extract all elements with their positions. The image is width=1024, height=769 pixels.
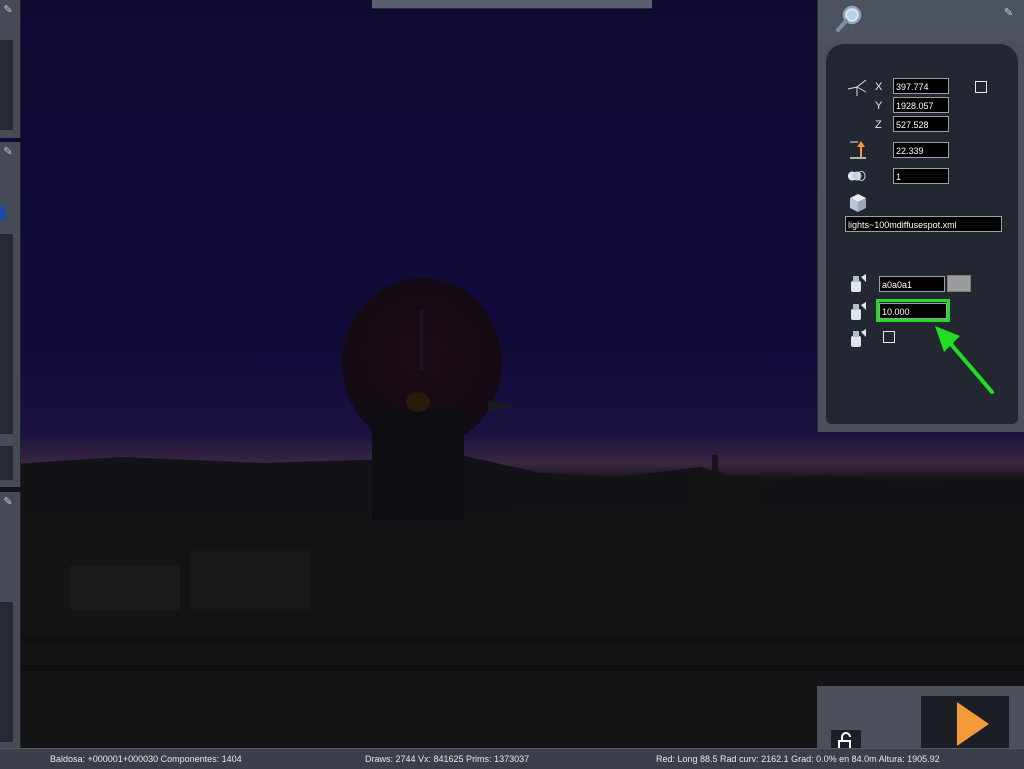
left-panel-1[interactable]: ✎ xyxy=(0,0,21,138)
y-label: Y xyxy=(875,100,883,112)
spotlight-icon xyxy=(851,329,866,347)
top-toolbar-handle[interactable] xyxy=(372,0,652,9)
playback-panel xyxy=(817,686,1024,752)
tower-mast xyxy=(420,310,423,370)
magnifier-icon[interactable] xyxy=(834,4,864,34)
status-bar: Baldosa: +000001+000030 Componentes: 140… xyxy=(0,748,1024,769)
play-icon xyxy=(957,702,989,746)
spotlight-icon xyxy=(851,302,866,320)
annotation-arrow xyxy=(935,326,994,394)
pin-icon[interactable]: ✎ xyxy=(1004,6,1013,19)
left-panel-3[interactable]: ✎ xyxy=(0,492,21,748)
left-panel-1-content xyxy=(0,40,13,130)
pin-icon[interactable]: ✎ xyxy=(2,146,14,158)
x-field[interactable]: 397.774 xyxy=(893,78,949,94)
object-file-field[interactable]: lights~100mdiffusespot.xml xyxy=(845,216,1002,232)
pin-icon[interactable]: ✎ xyxy=(2,4,14,16)
z-field[interactable]: 527.528 xyxy=(893,116,949,132)
status-draws: Draws: 2744 Vx: 841625 Prims: 1373037 xyxy=(365,754,530,764)
left-panel-3-content xyxy=(0,602,13,742)
tower-light xyxy=(406,392,430,412)
left-panel-2-content xyxy=(0,234,13,434)
tower-base xyxy=(372,410,464,520)
y-field[interactable]: 1928.057 xyxy=(893,97,949,113)
light-color-field[interactable]: a0a0a1 xyxy=(879,276,945,292)
cube-icon xyxy=(850,194,866,212)
play-button[interactable] xyxy=(921,696,1009,748)
count-field[interactable]: 1 xyxy=(893,168,949,184)
highlight-box xyxy=(876,299,950,322)
spotlight-icon xyxy=(851,274,866,292)
light-option-checkbox[interactable] xyxy=(883,331,895,343)
left-panel-2-tab[interactable] xyxy=(0,206,6,220)
left-panel-2[interactable]: ✎ xyxy=(0,142,21,487)
tower-flag xyxy=(488,400,514,412)
count-icon xyxy=(847,171,866,181)
light-color-swatch[interactable] xyxy=(947,275,971,292)
height-field[interactable]: 22.339 xyxy=(893,142,949,158)
left-panel-2-footer xyxy=(0,446,13,480)
z-label: Z xyxy=(875,119,882,131)
axes-icon xyxy=(847,79,867,96)
x-label: X xyxy=(875,81,883,93)
status-tile: Baldosa: +000001+000030 Componentes: 140… xyxy=(50,754,242,764)
pin-icon[interactable]: ✎ xyxy=(2,496,14,508)
status-route: Red: Long 88.5 Rad curv: 2162.1 Grad: 0.… xyxy=(656,754,940,764)
height-arrow-icon xyxy=(850,141,866,159)
lock-position-checkbox[interactable] xyxy=(975,81,987,93)
properties-header: ✎ xyxy=(818,0,1024,42)
